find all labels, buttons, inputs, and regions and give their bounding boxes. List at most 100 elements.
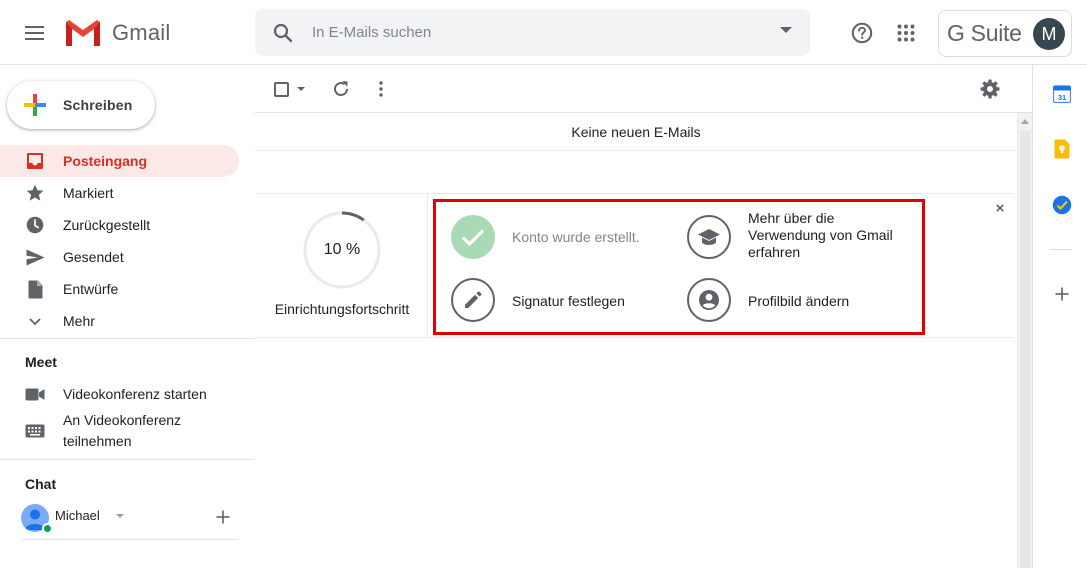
task-label: Konto wurde erstellt. — [512, 229, 640, 245]
svg-text:31: 31 — [1058, 93, 1066, 102]
setup-tasks-highlight: Konto wurde erstellt. Mehr über die Verw… — [433, 199, 925, 335]
apps-icon — [897, 24, 915, 42]
empty-inbox-message: Keine neuen E-Mails — [255, 113, 1017, 151]
mail-toolbar — [255, 65, 1032, 113]
top-bar: Gmail G Suite M — [0, 0, 1087, 65]
side-panel: 31 — [1032, 65, 1087, 568]
refresh-button[interactable] — [325, 73, 357, 105]
gear-icon — [980, 79, 1000, 99]
sidebar-item-label: Gesendet — [63, 249, 124, 265]
compose-plus-icon — [24, 94, 46, 116]
menu-icon — [25, 26, 44, 40]
gmail-logo[interactable]: Gmail — [64, 17, 170, 49]
divider — [0, 459, 255, 460]
plus-icon — [1055, 287, 1069, 301]
sidebar-item-label: Entwürfe — [63, 281, 119, 297]
sidebar-item-sent[interactable]: Gesendet — [0, 241, 239, 273]
chat-section-title: Chat — [25, 476, 57, 492]
help-button[interactable] — [842, 13, 882, 53]
meet-start-label: Videokonferenz starten — [63, 386, 207, 402]
sidebar-item-drafts[interactable]: Entwürfe — [0, 273, 239, 305]
app-name: Gmail — [112, 20, 171, 45]
keep-icon — [1054, 139, 1070, 159]
compose-button[interactable]: Schreiben — [7, 81, 155, 129]
setup-progress-panel: 10 % Einrichtungsfortschritt Konto wurde… — [256, 193, 1014, 338]
sidebar-item-label: Zurückgestellt — [63, 217, 151, 233]
chat-status-chevron-down-icon[interactable] — [116, 514, 124, 518]
select-all-checkbox[interactable] — [265, 73, 297, 105]
star-icon — [24, 182, 46, 204]
search-icon — [273, 23, 293, 42]
get-addons-button[interactable] — [1051, 283, 1073, 305]
pencil-icon — [451, 278, 495, 322]
progress-label: Einrichtungsfortschritt — [274, 301, 410, 317]
draft-icon — [24, 278, 46, 300]
close-setup-button[interactable]: × — [990, 198, 1010, 218]
main-scrollbar[interactable] — [1017, 113, 1032, 568]
check-icon — [451, 215, 495, 259]
scroll-up-arrow-icon[interactable] — [1021, 119, 1029, 124]
search-options-chevron-down-icon[interactable] — [780, 27, 792, 33]
search-input[interactable] — [312, 24, 752, 41]
more-options-button[interactable] — [365, 73, 397, 105]
account-circle-icon — [687, 278, 731, 322]
settings-button[interactable] — [974, 73, 1006, 105]
plus-icon — [216, 510, 230, 524]
scroll-thumb[interactable] — [1020, 131, 1030, 568]
task-label: Mehr über die Verwendung von Gmail erfah… — [748, 210, 893, 260]
gmail-logo-icon — [66, 20, 100, 46]
checkbox-icon — [273, 81, 289, 97]
inbox-icon — [24, 150, 46, 172]
tasks-icon — [1052, 195, 1072, 215]
sidebar-item-snoozed[interactable]: Zurückgestellt — [0, 209, 239, 241]
calendar-icon: 31 — [1053, 85, 1071, 103]
sidebar: Schreiben Posteingang Markiert Zurückges… — [0, 65, 255, 568]
divider — [1050, 249, 1072, 250]
task-change-profile-picture[interactable]: Profilbild ändern — [687, 278, 917, 322]
divider — [22, 539, 239, 540]
avatar[interactable]: M — [1033, 18, 1065, 50]
sidebar-item-label: Posteingang — [63, 153, 148, 169]
task-label: Signatur festlegen — [512, 293, 625, 309]
keyboard-icon — [24, 420, 46, 442]
calendar-button[interactable]: 31 — [1051, 83, 1073, 105]
gsuite-brand: G Suite — [947, 20, 1022, 46]
new-chat-button[interactable] — [211, 505, 235, 529]
help-icon — [851, 22, 873, 44]
search-button[interactable] — [271, 21, 295, 45]
refresh-icon — [334, 81, 348, 96]
chat-user-name: Michael — [55, 508, 100, 523]
search-bar[interactable] — [255, 9, 810, 56]
task-label: Profilbild ändern — [748, 293, 850, 309]
meet-start-link[interactable]: Videokonferenz starten — [0, 383, 239, 405]
task-learn-gmail[interactable]: Mehr über die Verwendung von Gmail erfah… — [687, 210, 917, 265]
account-switcher[interactable]: G Suite M — [938, 10, 1072, 57]
meet-join-link[interactable]: An Videokonferenz teilnehmen — [0, 410, 239, 452]
more-vert-icon — [379, 81, 383, 97]
task-account-created[interactable]: Konto wurde erstellt. — [451, 215, 681, 259]
meet-section-title: Meet — [25, 354, 57, 370]
progress-percent: 10 % — [323, 241, 361, 258]
send-icon — [24, 246, 46, 268]
chevron-down-icon — [24, 310, 46, 332]
tasks-button[interactable] — [1051, 194, 1073, 216]
videocam-icon — [24, 383, 46, 405]
task-set-signature[interactable]: Signatur festlegen — [451, 278, 681, 322]
clock-icon — [24, 214, 46, 236]
online-status-dot — [42, 523, 53, 534]
main-menu-button[interactable] — [15, 13, 55, 53]
keep-button[interactable] — [1051, 138, 1073, 160]
compose-label: Schreiben — [63, 97, 133, 113]
setup-progress: 10 % Einrichtungsfortschritt — [256, 194, 428, 338]
sidebar-item-label: Markiert — [63, 185, 114, 201]
sidebar-item-inbox[interactable]: Posteingang — [0, 145, 239, 177]
sidebar-item-label: Mehr — [63, 313, 95, 329]
divider — [0, 338, 255, 339]
sidebar-item-more[interactable]: Mehr — [0, 305, 239, 337]
sidebar-item-starred[interactable]: Markiert — [0, 177, 239, 209]
school-icon — [687, 215, 731, 259]
apps-button[interactable] — [886, 13, 926, 53]
meet-join-label: An Videokonferenz teilnehmen — [63, 412, 182, 449]
chat-user-row[interactable]: Michael — [21, 501, 239, 541]
select-options-chevron-down-icon[interactable] — [297, 87, 305, 91]
